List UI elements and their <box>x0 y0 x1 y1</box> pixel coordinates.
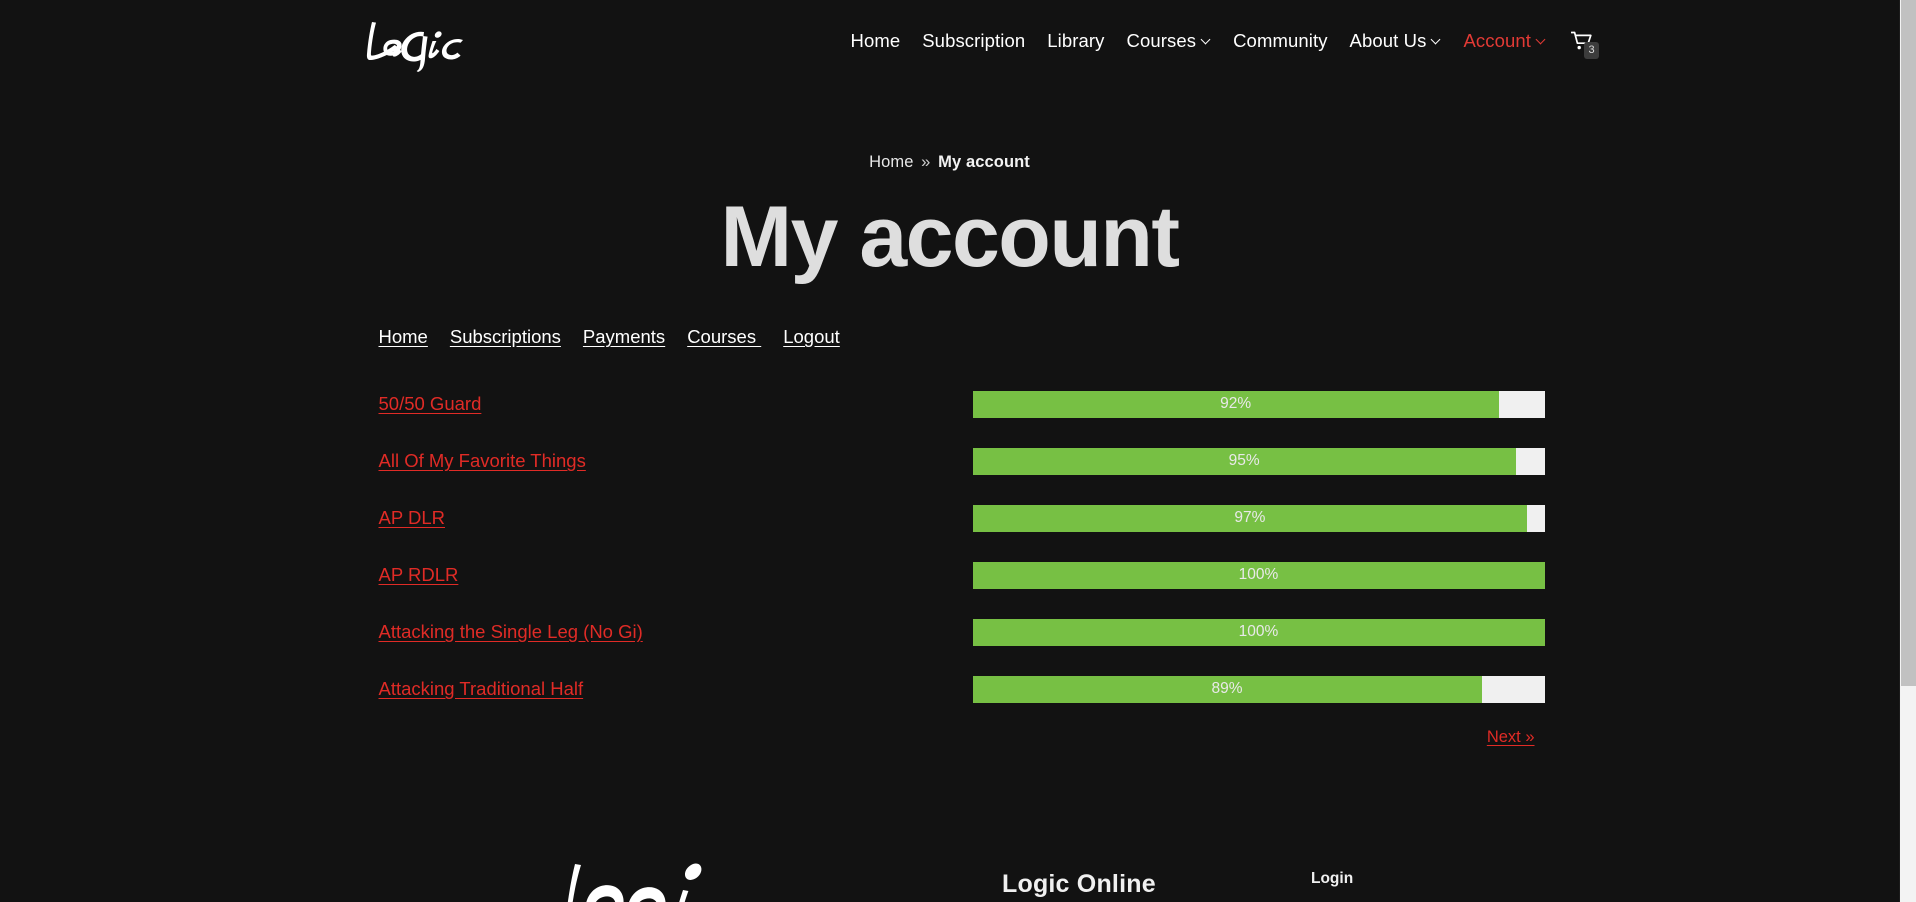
course-link[interactable]: Attacking Traditional Half <box>358 678 973 700</box>
progress-bar: 100% <box>972 561 1545 589</box>
nav-item-label: Account <box>1463 29 1531 51</box>
account-nav-payments[interactable]: Payments <box>583 326 665 348</box>
site-logo[interactable] <box>360 10 476 72</box>
breadcrumb: Home » My account <box>0 153 1899 172</box>
progress-bar: 92% <box>972 390 1545 418</box>
main-navigation: Home Subscription Library Courses Commun… <box>839 0 1599 82</box>
footer-brand-title: Logic Online <box>1002 870 1156 898</box>
progress-bar-fill: 100% <box>972 618 1545 646</box>
account-nav-courses[interactable]: Courses <box>687 326 761 348</box>
table-row: AP DLR 97% <box>358 494 1560 542</box>
nav-item-home[interactable]: Home <box>839 29 911 51</box>
account-nav-home[interactable]: Home <box>379 326 428 348</box>
table-row: 50/50 Guard 92% <box>358 380 1560 428</box>
progress-label: 95% <box>1228 452 1260 470</box>
course-link[interactable]: AP DLR <box>358 507 973 529</box>
progress-label: 89% <box>1211 680 1243 698</box>
nav-item-label: Library <box>1047 29 1105 51</box>
nav-item-community[interactable]: Community <box>1222 29 1338 51</box>
course-link[interactable]: All Of My Favorite Things <box>358 450 973 472</box>
nav-item-subscription[interactable]: Subscription <box>911 29 1036 51</box>
progress-bar: 97% <box>972 504 1545 532</box>
page-title: My account <box>720 189 1180 285</box>
nav-item-about-us[interactable]: About Us <box>1339 29 1453 51</box>
site-header: Home Subscription Library Courses Commun… <box>0 0 1899 82</box>
table-row: All Of My Favorite Things 95% <box>358 437 1560 485</box>
nav-item-label: Home <box>850 29 901 51</box>
breadcrumb-home-link[interactable]: Home <box>869 153 913 171</box>
footer-logo[interactable] <box>553 846 753 902</box>
footer-login-title: Login <box>1311 870 1354 887</box>
nav-item-library[interactable]: Library <box>1036 29 1115 51</box>
account-nav-logout[interactable]: Logout <box>783 326 840 348</box>
chevron-down-icon <box>1537 36 1546 45</box>
table-row: Attacking Traditional Half 89% <box>358 665 1560 713</box>
progress-bar-fill: 100% <box>972 561 1545 589</box>
chevron-down-icon <box>1202 36 1211 45</box>
progress-bar-fill: 97% <box>972 504 1528 532</box>
scrollbar-thumb[interactable] <box>1901 0 1916 686</box>
course-link[interactable]: Attacking the Single Leg (No Gi) <box>358 621 973 643</box>
progress-bar-fill: 92% <box>972 390 1499 418</box>
nav-item-label: Courses <box>1126 29 1197 51</box>
progress-bar: 95% <box>972 447 1545 475</box>
progress-bar-fill: 89% <box>972 675 1482 703</box>
account-content: Home Subscriptions Payments Courses Logo… <box>340 326 1560 747</box>
site-footer: Logic Online Login <box>0 830 1899 902</box>
progress-label: 97% <box>1234 509 1266 527</box>
nav-item-label: Subscription <box>922 29 1026 51</box>
nav-item-label: Community <box>1233 29 1328 51</box>
table-row: AP RDLR 100% <box>358 551 1560 599</box>
chevron-down-icon <box>1432 36 1441 45</box>
account-navigation: Home Subscriptions Payments Courses Logo… <box>358 326 1560 348</box>
progress-label: 92% <box>1220 395 1252 413</box>
table-row: Attacking the Single Leg (No Gi) 100% <box>358 608 1560 656</box>
next-page-link[interactable]: Next » <box>1487 728 1535 746</box>
breadcrumb-separator: » <box>921 153 931 171</box>
nav-item-account[interactable]: Account <box>1452 29 1557 51</box>
account-nav-subscriptions[interactable]: Subscriptions <box>450 326 561 348</box>
nav-item-courses[interactable]: Courses <box>1116 29 1223 51</box>
course-link[interactable]: AP RDLR <box>358 564 973 586</box>
cart-button[interactable]: 3 <box>1557 31 1599 59</box>
course-progress-list: 50/50 Guard 92% All Of My Favorite Thing… <box>358 380 1560 713</box>
progress-label: 100% <box>1238 623 1279 641</box>
progress-label: 100% <box>1238 566 1279 584</box>
page-scrollbar[interactable] <box>1899 0 1916 902</box>
course-link[interactable]: 50/50 Guard <box>358 393 973 415</box>
progress-bar: 89% <box>972 675 1545 703</box>
progress-bar-fill: 95% <box>972 447 1516 475</box>
nav-item-label: About Us <box>1349 29 1427 51</box>
page-viewport: Home Subscription Library Courses Commun… <box>0 0 1899 902</box>
progress-bar: 100% <box>972 618 1545 646</box>
cart-count-badge: 3 <box>1584 42 1599 59</box>
breadcrumb-current: My account <box>938 153 1030 171</box>
pagination: Next » <box>358 728 1560 747</box>
